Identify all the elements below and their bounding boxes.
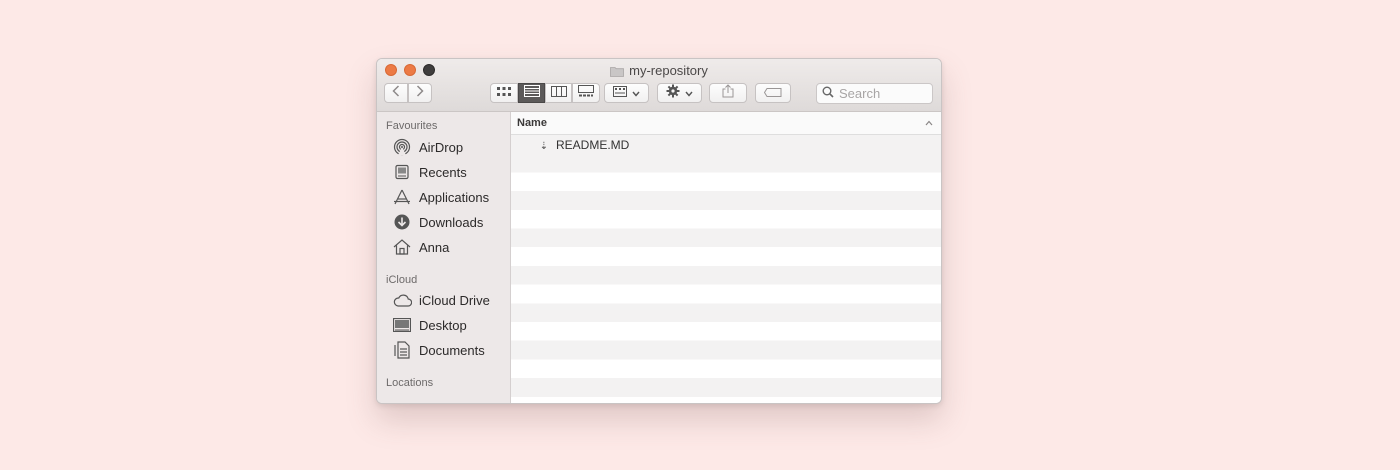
- chevron-down-icon: [685, 84, 693, 102]
- documents-icon: [392, 341, 412, 359]
- icon-view-button[interactable]: [490, 83, 518, 103]
- sidebar-item-airdrop[interactable]: AirDrop: [392, 136, 463, 158]
- search-placeholder: Search: [839, 86, 881, 101]
- back-button[interactable]: [384, 83, 408, 103]
- column-view-button[interactable]: [545, 83, 572, 103]
- sidebar-item-label: Recents: [419, 164, 467, 180]
- markdown-file-icon: ⇣: [539, 139, 549, 151]
- home-icon: [392, 238, 412, 256]
- list-view-icon: [523, 84, 540, 102]
- file-name: README.MD: [556, 137, 630, 152]
- group-by-icon: [612, 84, 627, 102]
- sort-ascending-icon: [925, 117, 933, 129]
- sidebar-item-downloads[interactable]: Downloads: [392, 211, 483, 233]
- tag-icon: [763, 84, 782, 102]
- gear-icon: [666, 84, 680, 103]
- sidebar-item-label: Anna: [419, 239, 450, 255]
- search-icon: [822, 86, 834, 101]
- gallery-view-button[interactable]: [572, 83, 600, 103]
- name-column-header[interactable]: Name: [511, 112, 941, 135]
- sidebar-item-recents[interactable]: Recents: [392, 161, 467, 183]
- table-row[interactable]: ⇣ README.MD: [511, 135, 941, 154]
- list-view-button[interactable]: [518, 83, 545, 103]
- sidebar-item-label: Downloads: [419, 214, 484, 230]
- sidebar-item-label: Documents: [419, 342, 485, 358]
- folder-icon: [610, 65, 625, 81]
- chevron-left-icon: [392, 84, 400, 102]
- sidebar-item-icloud-drive[interactable]: iCloud Drive: [392, 289, 490, 311]
- share-icon: [722, 83, 734, 103]
- sidebar-item-label: AirDrop: [419, 139, 464, 155]
- file-list: Name ⇣ README.MD: [511, 112, 941, 403]
- column-view-icon: [550, 84, 567, 102]
- sidebar-item-documents[interactable]: Documents: [392, 339, 485, 361]
- window-title: my-repository: [377, 63, 941, 81]
- airdrop-icon: [392, 138, 412, 156]
- sidebar: Favourites AirDrop Recents Applications: [377, 112, 511, 403]
- downloads-icon: [392, 213, 412, 231]
- action-menu-button[interactable]: [657, 83, 702, 103]
- window-title-text: my-repository: [629, 63, 708, 78]
- finder-window: my-repository Search Favourites AirDrop …: [376, 58, 942, 404]
- group-by-button[interactable]: [604, 83, 649, 103]
- sidebar-item-label: Applications: [419, 189, 490, 205]
- chevron-right-icon: [416, 84, 424, 102]
- cloud-icon: [392, 291, 412, 309]
- sidebar-item-label: Desktop: [419, 317, 467, 333]
- svg-text:⇣: ⇣: [540, 141, 548, 151]
- sidebar-item-desktop[interactable]: Desktop: [392, 314, 467, 336]
- gallery-view-icon: [578, 84, 594, 102]
- column-header-label: Name: [517, 117, 547, 129]
- icon-view-icon: [497, 84, 511, 102]
- search-field[interactable]: Search: [816, 83, 933, 104]
- recents-icon: [392, 163, 412, 181]
- sidebar-section-icloud: iCloud: [386, 274, 418, 286]
- sidebar-section-favourites: Favourites: [386, 120, 438, 132]
- sidebar-section-locations: Locations: [386, 377, 434, 389]
- sidebar-item-label: iCloud Drive: [419, 292, 490, 308]
- sidebar-item-applications[interactable]: Applications: [392, 186, 489, 208]
- desktop-icon: [392, 316, 412, 334]
- tag-button[interactable]: [755, 83, 791, 103]
- forward-button[interactable]: [408, 83, 432, 103]
- chevron-down-icon: [632, 84, 640, 102]
- applications-icon: [392, 188, 412, 206]
- sidebar-item-home[interactable]: Anna: [392, 236, 449, 258]
- titlebar: my-repository Search: [377, 59, 941, 112]
- share-button[interactable]: [709, 83, 747, 103]
